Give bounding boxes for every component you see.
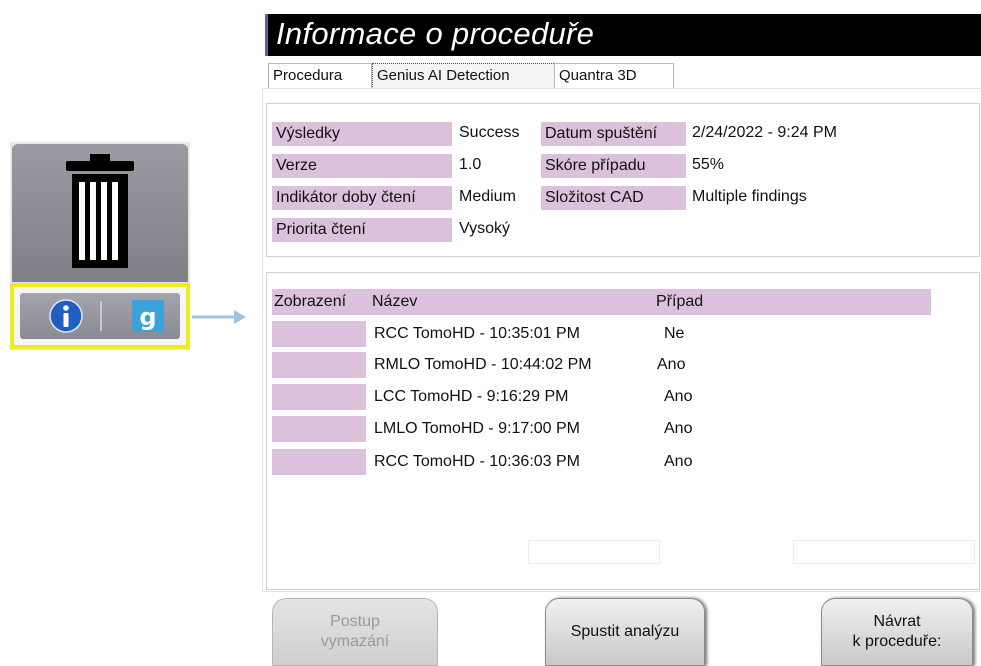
version-value: 1.0 <box>459 156 482 173</box>
column-header-view: Zobrazení <box>274 293 347 310</box>
dialog-title-bar: Informace o proceduře <box>265 14 981 56</box>
faint-placeholder <box>528 540 660 564</box>
svg-text:g: g <box>139 303 156 331</box>
tab-procedura[interactable]: Procedura <box>268 63 372 88</box>
faint-placeholder <box>793 540 975 564</box>
view-thumbnail <box>272 416 366 442</box>
info-icon[interactable] <box>48 298 84 334</box>
clear-procedure-button[interactable]: Postup vymazání <box>272 598 438 666</box>
results-value: Success <box>459 124 520 141</box>
table-row-case: Ano <box>664 453 693 470</box>
column-header-case: Případ <box>656 293 704 310</box>
view-thumbnail <box>272 352 366 378</box>
view-thumbnail <box>272 321 366 347</box>
icon-divider <box>100 301 102 331</box>
return-button-line1: Návrat <box>873 613 921 630</box>
tab-quantra-3d[interactable]: Quantra 3D <box>554 63 674 88</box>
column-header-name: Název <box>372 293 418 310</box>
tab-genius-ai-detection[interactable]: Genius AI Detection <box>372 63 558 89</box>
genius-g-icon[interactable]: g <box>130 298 166 334</box>
table-row-case: Ano <box>664 420 693 437</box>
view-thumbnail <box>272 384 366 410</box>
table-row-name: RCC TomoHD - 10:35:01 PM <box>374 325 580 342</box>
start-date-value: 2/24/2022 - 9:24 PM <box>692 124 837 141</box>
table-row-case: Ano <box>664 388 693 405</box>
return-to-procedure-button[interactable]: Návrat k proceduře: <box>821 598 973 666</box>
table-header: Zobrazení Název Případ <box>272 289 931 315</box>
case-score-label: Skóre případu <box>541 154 686 178</box>
view-thumbnail <box>272 449 366 475</box>
delete-button[interactable] <box>12 144 188 282</box>
start-date-label: Datum spuštění <box>541 122 686 146</box>
run-analysis-label: Spustit analýzu <box>570 623 680 640</box>
table-row-name: LCC TomoHD - 9:16:29 PM <box>374 388 569 405</box>
icon-panel: g <box>10 142 190 350</box>
return-button-line2: k proceduře: <box>852 633 942 650</box>
priority-value: Vysoký <box>459 220 510 237</box>
cad-complexity-label: Složitost CAD <box>541 186 686 210</box>
priority-label: Priorita čtení <box>272 218 452 242</box>
run-analysis-button[interactable]: Spustit analýzu <box>545 598 705 666</box>
table-row-case: Ano <box>657 356 686 373</box>
version-label: Verze <box>272 154 452 178</box>
cad-complexity-value: Multiple findings <box>692 188 807 205</box>
read-time-label: Indikátor doby čtení <box>272 186 452 210</box>
case-score-value: 55% <box>692 156 725 173</box>
table-row-name: RCC TomoHD - 10:36:03 PM <box>374 453 580 470</box>
trash-icon <box>66 154 134 268</box>
clear-button-line1: Postup <box>330 613 380 630</box>
table-row-name: LMLO TomoHD - 9:17:00 PM <box>374 420 581 437</box>
arrow-right-icon <box>192 310 246 324</box>
read-time-value: Medium <box>459 188 516 205</box>
dialog-title: Informace o proceduře <box>276 16 595 51</box>
clear-button-line2: vymazání <box>320 633 390 650</box>
table-row-name: RMLO TomoHD - 10:44:02 PM <box>374 356 592 373</box>
table-row-case: Ne <box>664 325 685 342</box>
results-label: Výsledky <box>272 122 452 146</box>
icon-strip-inner: g <box>20 293 180 339</box>
highlighted-icon-strip: g <box>10 283 190 349</box>
